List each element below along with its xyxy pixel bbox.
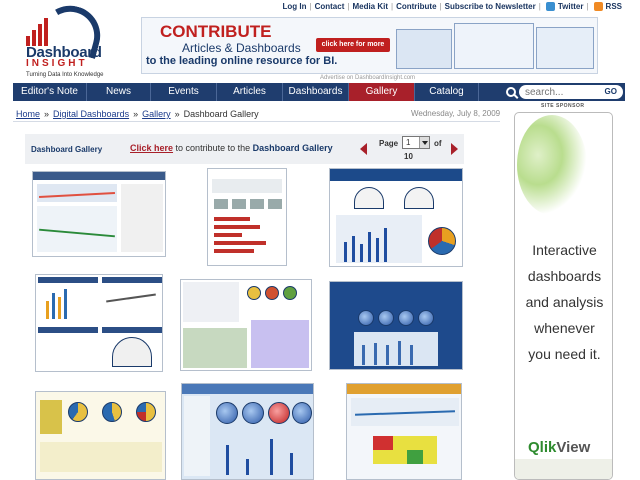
site-logo[interactable]: Dashboard INSIGHT Turning Data Into Know… bbox=[26, 0, 116, 80]
breadcrumb-home[interactable]: Home bbox=[16, 109, 40, 119]
twitter-link[interactable]: Twitter bbox=[558, 2, 584, 11]
nav-events[interactable]: Events bbox=[151, 83, 217, 101]
separator: | bbox=[538, 2, 541, 11]
separator: | bbox=[309, 2, 312, 11]
ad-footer bbox=[515, 459, 612, 479]
banner-button[interactable]: click here for more bbox=[316, 38, 390, 52]
search-icon bbox=[506, 87, 516, 97]
gallery-thumbnail[interactable] bbox=[329, 168, 463, 267]
gallery-title: Dashboard Gallery bbox=[31, 145, 103, 154]
current-date: Wednesday, July 8, 2009 bbox=[411, 109, 501, 118]
gallery-header: Dashboard Gallery Click here to contribu… bbox=[25, 134, 464, 164]
gallery-thumbnail[interactable] bbox=[181, 383, 314, 480]
qlikview-logo-q: Qlik bbox=[528, 439, 557, 456]
swirl-graphic-icon bbox=[517, 115, 587, 215]
page-total: 10 bbox=[404, 152, 413, 161]
banner-line1: Articles & Dashboards bbox=[182, 41, 301, 55]
contact-link[interactable]: Contact bbox=[315, 2, 345, 11]
nav-dashboards[interactable]: Dashboards bbox=[283, 83, 349, 101]
next-page-icon[interactable] bbox=[451, 143, 458, 155]
gallery-thumbnail[interactable] bbox=[346, 383, 462, 480]
chevron-down-icon bbox=[419, 137, 429, 148]
separator: | bbox=[439, 2, 442, 11]
gallery-thumbnail[interactable] bbox=[32, 171, 166, 257]
ad-line: dashboards bbox=[527, 268, 602, 284]
breadcrumb: Home » Digital Dashboards » Gallery » Da… bbox=[16, 109, 259, 119]
nav-editors-note[interactable]: Editor's Note bbox=[13, 83, 87, 101]
page-label: Page bbox=[379, 139, 399, 148]
nav-gallery[interactable]: Gallery bbox=[349, 83, 415, 101]
divider bbox=[13, 121, 500, 122]
page-select-value: 1 bbox=[406, 138, 411, 147]
sponsor-ad-text: Interactive dashboards and analysis when… bbox=[515, 237, 612, 367]
top-links: Log In | Contact | Media Kit | Contribut… bbox=[283, 2, 622, 11]
breadcrumb-separator: » bbox=[174, 109, 180, 119]
banner-screenshots bbox=[396, 21, 594, 71]
login-link[interactable]: Log In bbox=[283, 2, 307, 11]
contribute-text: to contribute to the bbox=[175, 143, 251, 153]
contribute-callout: Click here to contribute to the Dashboar… bbox=[130, 143, 333, 153]
gallery-thumbnail[interactable] bbox=[35, 274, 163, 372]
banner-title: CONTRIBUTE bbox=[160, 22, 272, 41]
twitter-icon[interactable] bbox=[545, 2, 555, 11]
gallery-thumbnail[interactable] bbox=[329, 281, 463, 370]
nav-articles[interactable]: Articles bbox=[217, 83, 283, 101]
logo-tagline: Turning Data Into Knowledge bbox=[26, 72, 104, 78]
breadcrumb-gallery[interactable]: Gallery bbox=[142, 109, 171, 119]
ad-line: Interactive bbox=[532, 242, 597, 258]
separator: | bbox=[347, 2, 350, 11]
breadcrumb-separator: » bbox=[44, 109, 50, 119]
page-select[interactable]: 1 bbox=[402, 136, 430, 149]
nav-news[interactable]: News bbox=[87, 83, 151, 101]
sponsor-ad[interactable]: Interactive dashboards and analysis when… bbox=[514, 112, 613, 480]
rss-icon[interactable] bbox=[593, 2, 603, 11]
main-nav: Editor's Note News Events Articles Dashb… bbox=[13, 83, 625, 101]
advertise-label[interactable]: Advertise on DashboardInsight.com bbox=[320, 75, 415, 81]
nav-catalog[interactable]: Catalog bbox=[415, 83, 479, 101]
gallery-thumbnail[interactable] bbox=[35, 391, 166, 480]
banner-line2: to the leading online resource for BI. bbox=[146, 55, 338, 67]
click-here-link[interactable]: Click here bbox=[130, 143, 173, 153]
contribute-banner[interactable]: CONTRIBUTE Articles & Dashboards to the … bbox=[141, 17, 598, 74]
newsletter-link[interactable]: Subscribe to Newsletter bbox=[445, 2, 536, 11]
breadcrumb-current: Dashboard Gallery bbox=[183, 109, 259, 119]
rss-link[interactable]: RSS bbox=[606, 2, 622, 11]
separator: | bbox=[391, 2, 394, 11]
logo-sub: INSIGHT bbox=[26, 58, 88, 69]
ad-line: whenever bbox=[534, 320, 595, 336]
prev-page-icon[interactable] bbox=[360, 143, 367, 155]
media-kit-link[interactable]: Media Kit bbox=[352, 2, 388, 11]
ad-line: you need it. bbox=[528, 346, 601, 362]
contribute-link[interactable]: Contribute bbox=[396, 2, 436, 11]
gallery-thumbnail[interactable] bbox=[180, 279, 312, 371]
ad-line: and analysis bbox=[525, 294, 604, 310]
search-go-button[interactable]: GO bbox=[605, 87, 617, 96]
gallery-thumbnail[interactable] bbox=[207, 168, 287, 266]
breadcrumb-separator: » bbox=[133, 109, 139, 119]
search-box: GO bbox=[506, 85, 623, 99]
separator: | bbox=[586, 2, 589, 11]
contribute-target: Dashboard Gallery bbox=[252, 143, 333, 153]
sponsor-label: SITE SPONSOR bbox=[541, 103, 585, 109]
breadcrumb-digital-dashboards[interactable]: Digital Dashboards bbox=[53, 109, 129, 119]
page-of-label: of bbox=[434, 139, 442, 148]
qlikview-logo: QlikView bbox=[528, 439, 590, 456]
qlikview-logo-rest: View bbox=[556, 439, 591, 456]
